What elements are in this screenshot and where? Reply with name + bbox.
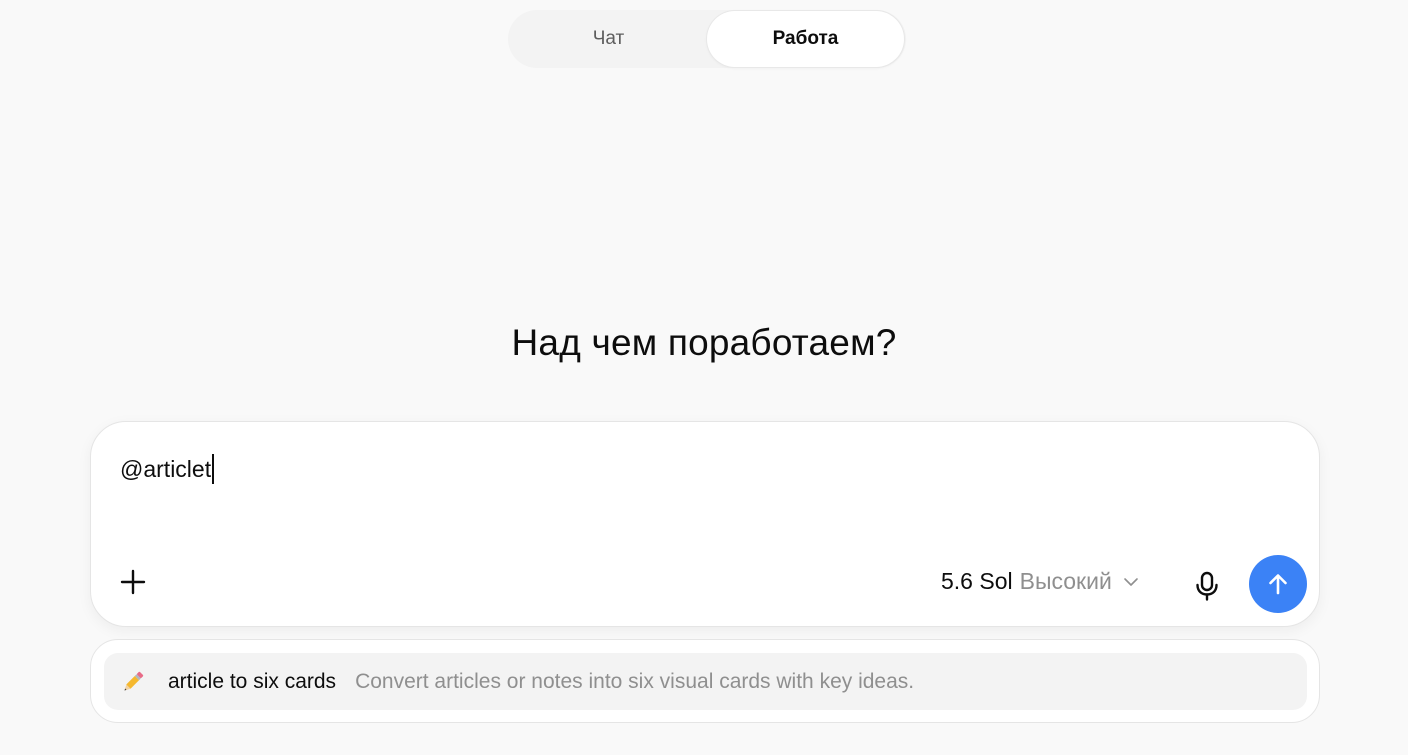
suggestion-panel: article to six cards Convert articles or… <box>90 639 1320 723</box>
suggestion-description: Convert articles or notes into six visua… <box>355 669 915 693</box>
page: Чат Работа Над чем поработаем? @articlet… <box>0 0 1408 755</box>
suggestion-title: article to six cards <box>168 669 337 693</box>
composer: @articlet 5.6 Sol Высокий <box>90 421 1320 627</box>
mode-toggle: Чат Работа <box>508 10 906 68</box>
microphone-icon <box>1196 571 1218 601</box>
add-attachment-button[interactable] <box>113 562 153 602</box>
tab-work[interactable]: Работа <box>707 11 904 67</box>
voice-input-button[interactable] <box>1187 566 1227 606</box>
suggestion-item[interactable]: article to six cards Convert articles or… <box>104 653 1307 710</box>
pencil-icon <box>119 668 147 696</box>
plus-icon <box>120 569 146 595</box>
tab-chat[interactable]: Чат <box>510 11 707 67</box>
prompt-input[interactable]: @articlet <box>120 454 214 484</box>
chevron-down-icon <box>1123 577 1139 587</box>
model-effort: Высокий <box>1019 568 1112 594</box>
page-title: Над чем поработаем? <box>511 322 897 363</box>
arrow-up-icon <box>1269 574 1287 595</box>
text-caret <box>212 454 214 484</box>
model-selector[interactable]: 5.6 Sol Высокий <box>941 568 1139 595</box>
prompt-input-text: @articlet <box>120 455 212 482</box>
model-name: 5.6 Sol <box>941 568 1013 594</box>
send-button[interactable] <box>1249 555 1307 613</box>
